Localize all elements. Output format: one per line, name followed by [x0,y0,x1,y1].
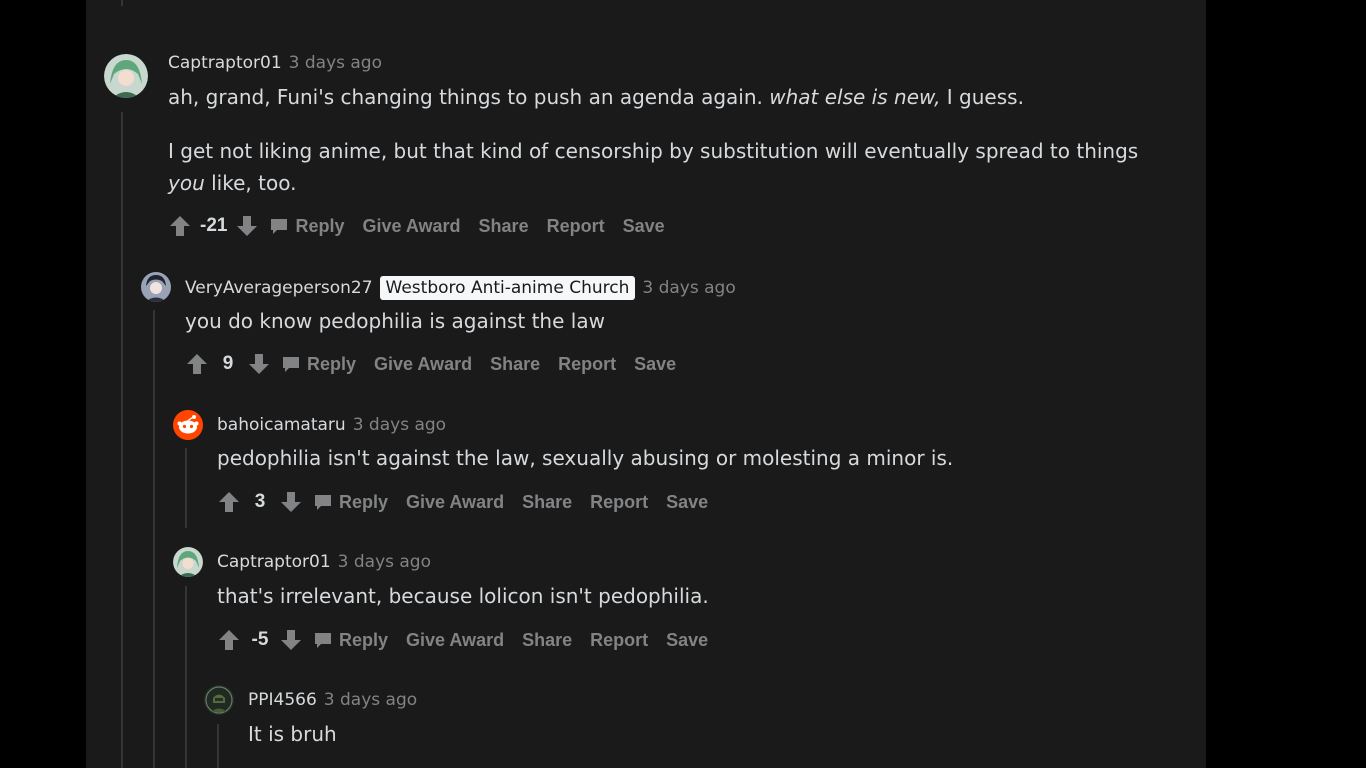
comment-meta: VeryAverageperson27 Westboro Anti-anime … [185,276,736,300]
comment-paragraph: It is bruh [248,722,337,746]
reply-button[interactable]: Reply [281,354,356,375]
text: like, too. [204,171,297,195]
arrow-down-icon[interactable] [279,490,303,514]
share-button[interactable]: Share [479,216,529,237]
text: I guess. [940,85,1024,109]
comment-paragraph: you do know pedophilia is against the la… [185,309,605,333]
thread-line[interactable] [217,724,219,768]
thread-line[interactable] [185,448,187,528]
avatar[interactable] [173,410,203,440]
comment-paragraph: that's irrelevant, because lolicon isn't… [217,584,709,608]
vote-score: -21 [200,215,228,236]
reply-label: Reply [295,215,345,236]
give-award-button[interactable]: Give Award [363,216,461,237]
arrow-up-icon[interactable] [168,214,192,238]
arrow-down-icon[interactable] [235,214,259,238]
comment-paragraph: I get not liking anime, but that kind of… [168,135,1158,199]
timestamp-link[interactable]: 3 days ago [353,414,446,436]
timestamp-link[interactable]: 3 days ago [642,277,735,299]
text: ah, grand, Funi's changing things to pus… [168,85,770,109]
timestamp-link[interactable]: 3 days ago [324,689,417,711]
report-button[interactable]: Report [590,492,648,513]
share-button[interactable]: Share [522,630,572,651]
vote-score: 3 [254,491,266,512]
emphasis-text: you [168,171,205,195]
comment-body: ah, grand, Funi's changing things to pus… [168,81,1158,199]
comment-body: It is bruh [248,718,337,750]
reply-button[interactable]: Reply [269,215,345,237]
avatar-image [141,272,171,302]
username-link[interactable]: PPI4566 [248,689,317,711]
reply-label: Reply [307,353,357,374]
give-award-button[interactable]: Give Award [406,630,504,651]
timestamp-link[interactable]: 3 days ago [338,551,431,573]
avatar[interactable] [204,685,234,715]
comment-meta: bahoicamataru 3 days ago [217,414,446,436]
arrow-up-icon[interactable] [217,628,241,652]
give-award-button[interactable]: Give Award [374,354,472,375]
give-award-button[interactable]: Give Award [406,492,504,513]
vote-score: -5 [251,629,269,650]
arrow-up-icon[interactable] [217,490,241,514]
comment-actions: -5 Reply Give Award Share Report Save [217,628,708,652]
thread-line[interactable] [185,586,187,768]
comment-actions: 3 Reply Give Award Share Report Save [217,490,708,514]
comment-paragraph: pedophilia isn't against the law, sexual… [217,446,954,470]
reply-button[interactable]: Reply [313,630,388,651]
arrow-down-icon[interactable] [247,352,271,376]
avatar[interactable] [173,547,203,577]
arrow-up-icon[interactable] [185,352,209,376]
comment-actions: -21 Reply Give Award Share Report Save [168,214,665,238]
avatar-image [104,54,148,98]
text: I get not liking anime, but that kind of… [168,139,1139,163]
user-flair: Westboro Anti-anime Church [379,276,636,300]
comment-paragraph: ah, grand, Funi's changing things to pus… [168,81,1158,113]
thread-line[interactable] [153,310,155,768]
thread-line[interactable] [121,112,123,768]
comment-body: that's irrelevant, because lolicon isn't… [217,580,709,612]
share-button[interactable]: Share [490,354,540,375]
comment-actions: 9 Reply Give Award Share Report Save [185,352,676,376]
comment-meta: PPI4566 3 days ago [248,689,417,711]
timestamp-link[interactable]: 3 days ago [289,52,382,74]
avatar-image [173,547,203,577]
save-button[interactable]: Save [666,630,708,651]
arrow-down-icon[interactable] [279,628,303,652]
comment-bubble-icon [315,633,331,648]
emphasis-text: what else is new, [769,85,941,109]
comment-bubble-icon [283,357,299,372]
reply-label: Reply [339,491,389,512]
avatar[interactable] [104,54,148,98]
comment-body: you do know pedophilia is against the la… [185,305,605,337]
reply-label: Reply [339,629,389,650]
comment-bubble-icon [271,219,288,234]
save-button[interactable]: Save [666,492,708,513]
avatar-image [204,685,234,715]
comment-bubble-icon [315,495,331,510]
share-button[interactable]: Share [522,492,572,513]
report-button[interactable]: Report [590,630,648,651]
username-link[interactable]: bahoicamataru [217,414,346,436]
username-link[interactable]: Captraptor01 [217,551,331,573]
report-button[interactable]: Report [547,216,605,237]
snoo-icon [173,410,203,440]
avatar[interactable] [141,272,171,302]
comment-meta: Captraptor01 3 days ago [217,551,431,573]
username-link[interactable]: VeryAverageperson27 [185,277,373,299]
thread-line[interactable] [121,0,123,6]
username-link[interactable]: Captraptor01 [168,52,282,74]
save-button[interactable]: Save [623,216,665,237]
vote-score: 9 [222,353,234,374]
comment-meta: Captraptor01 3 days ago [168,52,382,74]
reply-button[interactable]: Reply [313,492,388,513]
comment-body: pedophilia isn't against the law, sexual… [217,442,953,474]
report-button[interactable]: Report [558,354,616,375]
save-button[interactable]: Save [634,354,676,375]
